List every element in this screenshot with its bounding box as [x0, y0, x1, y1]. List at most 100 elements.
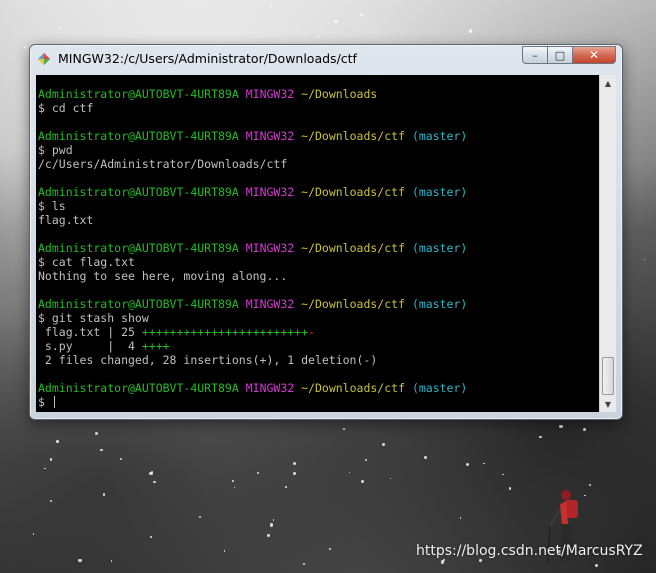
terminal-output: Administrator@AUTOBVT-4URT89A MINGW32 ~/…: [38, 87, 467, 409]
prompt-system: MINGW32: [245, 185, 295, 199]
snowflake: [459, 517, 461, 519]
output-line: /c/Users/Administrator/Downloads/ctf: [38, 157, 467, 171]
snowflake: [343, 428, 345, 430]
window-controls: – □ ✕: [522, 46, 616, 64]
prompt-system: MINGW32: [245, 241, 295, 255]
output-line: $ cat flag.txt: [38, 255, 467, 269]
snowflake: [24, 46, 26, 48]
minimize-button[interactable]: –: [522, 46, 548, 64]
output-line: flag.txt: [38, 213, 467, 227]
snowflake: [223, 550, 226, 552]
prompt-path: ~/Downloads/ctf: [301, 381, 405, 395]
prompt-line: Administrator@AUTOBVT-4URT89A MINGW32 ~/…: [38, 87, 467, 101]
snowflake: [44, 467, 46, 469]
text-cursor: [53, 396, 55, 408]
prompt-system: MINGW32: [245, 129, 295, 143]
snowflake: [78, 558, 82, 563]
snowflake: [272, 519, 274, 521]
snowflake: [269, 4, 272, 7]
diffstat-deletions: -: [308, 325, 315, 339]
prompt-user: Administrator@AUTOBVT-4URT89A: [38, 381, 239, 395]
prompt-user: Administrator@AUTOBVT-4URT89A: [38, 87, 239, 101]
line-text: $ ls: [38, 199, 66, 213]
snowflake: [32, 533, 34, 535]
snowflake: [149, 471, 153, 475]
prompt-line: Administrator@AUTOBVT-4URT89A MINGW32 ~/…: [38, 129, 467, 143]
snowflake: [58, 27, 61, 30]
prompt-path: ~/Downloads/ctf: [301, 129, 405, 143]
window-title: MINGW32:/c/Users/Administrator/Downloads…: [58, 51, 357, 66]
snowflake: [56, 440, 59, 443]
line-text: flag.txt: [38, 213, 94, 227]
prompt-path: ~/Downloads/ctf: [301, 241, 405, 255]
line-text: $ cat flag.txt: [38, 255, 135, 269]
line-text: flag.txt | 25: [38, 325, 142, 339]
output-line: $ git stash show: [38, 311, 467, 325]
prompt-user: Administrator@AUTOBVT-4URT89A: [38, 129, 239, 143]
prompt-system: MINGW32: [245, 87, 295, 101]
snowflake: [149, 535, 152, 538]
line-text: s.py | 4: [38, 339, 142, 353]
prompt-branch: (master): [411, 241, 468, 255]
prompt-branch: (master): [411, 129, 468, 143]
prompt-branch: (master): [411, 381, 468, 395]
snowflake: [539, 435, 542, 439]
snowflake: [440, 560, 444, 564]
output-line: $ ls: [38, 199, 467, 213]
snowflake: [233, 486, 235, 488]
terminal-window[interactable]: MINGW32:/c/Users/Administrator/Downloads…: [29, 44, 623, 420]
output-line: $ pwd: [38, 143, 467, 157]
mingw-app-icon[interactable]: [37, 52, 51, 66]
prompt-user: Administrator@AUTOBVT-4URT89A: [38, 185, 239, 199]
line-text: /c/Users/Administrator/Downloads/ctf: [38, 157, 288, 171]
prompt-system: MINGW32: [245, 381, 295, 395]
snowflake: [381, 442, 386, 446]
snowflake: [479, 558, 482, 562]
output-line: $: [38, 395, 467, 409]
prompt-system: MINGW32: [245, 297, 295, 311]
output-line: s.py | 4 ++++: [38, 339, 467, 353]
prompt-user: Administrator@AUTOBVT-4URT89A: [38, 241, 239, 255]
output-line: Nothing to see here, moving along...: [38, 269, 467, 283]
output-line: $ cd ctf: [38, 101, 467, 115]
prompt-line: Administrator@AUTOBVT-4URT89A MINGW32 ~/…: [38, 297, 467, 311]
prompt-path: ~/Downloads/ctf: [301, 297, 405, 311]
prompt-path: ~/Downloads: [301, 87, 378, 101]
prompt-branch: (master): [411, 185, 468, 199]
line-text: $: [38, 395, 52, 409]
output-line: 2 files changed, 28 insertions(+), 1 del…: [38, 353, 467, 367]
diffstat-insertions: ++++: [141, 339, 170, 353]
line-text: $ git stash show: [38, 311, 149, 325]
close-button[interactable]: ✕: [572, 46, 616, 64]
prompt-line: Administrator@AUTOBVT-4URT89A MINGW32 ~/…: [38, 185, 467, 199]
snowflake: [119, 457, 122, 460]
vertical-scrollbar[interactable]: ▲ ▼: [599, 75, 616, 412]
diffstat-insertions: ++++++++++++++++++++++++: [141, 325, 309, 339]
prompt-branch: (master): [411, 297, 468, 311]
prompt-user: Administrator@AUTOBVT-4URT89A: [38, 297, 239, 311]
csdn-watermark: https://blog.csdn.net/MarcusRYZ: [416, 543, 643, 559]
maximize-button[interactable]: □: [547, 46, 573, 64]
prompt-line: Administrator@AUTOBVT-4URT89A MINGW32 ~/…: [38, 381, 467, 395]
snowflake: [559, 424, 563, 428]
title-bar[interactable]: MINGW32:/c/Users/Administrator/Downloads…: [30, 45, 622, 73]
snowflake: [594, 563, 598, 567]
prompt-path: ~/Downloads/ctf: [301, 185, 405, 199]
line-text: $ cd ctf: [38, 101, 94, 115]
scroll-down-arrow-icon[interactable]: ▼: [600, 396, 616, 412]
snowflake: [100, 448, 103, 452]
line-text: 2 files changed, 28 insertions(+), 1 del…: [38, 353, 378, 367]
line-text: $ pwd: [38, 143, 73, 157]
line-text: Nothing to see here, moving along...: [38, 269, 288, 283]
snowflake: [267, 534, 270, 537]
output-line: flag.txt | 25 ++++++++++++++++++++++++-: [38, 325, 467, 339]
scrollbar-thumb[interactable]: [602, 357, 614, 395]
scroll-up-arrow-icon[interactable]: ▲: [600, 75, 616, 91]
terminal-console[interactable]: Administrator@AUTOBVT-4URT89A MINGW32 ~/…: [36, 75, 599, 412]
prompt-line: Administrator@AUTOBVT-4URT89A MINGW32 ~/…: [38, 241, 467, 255]
